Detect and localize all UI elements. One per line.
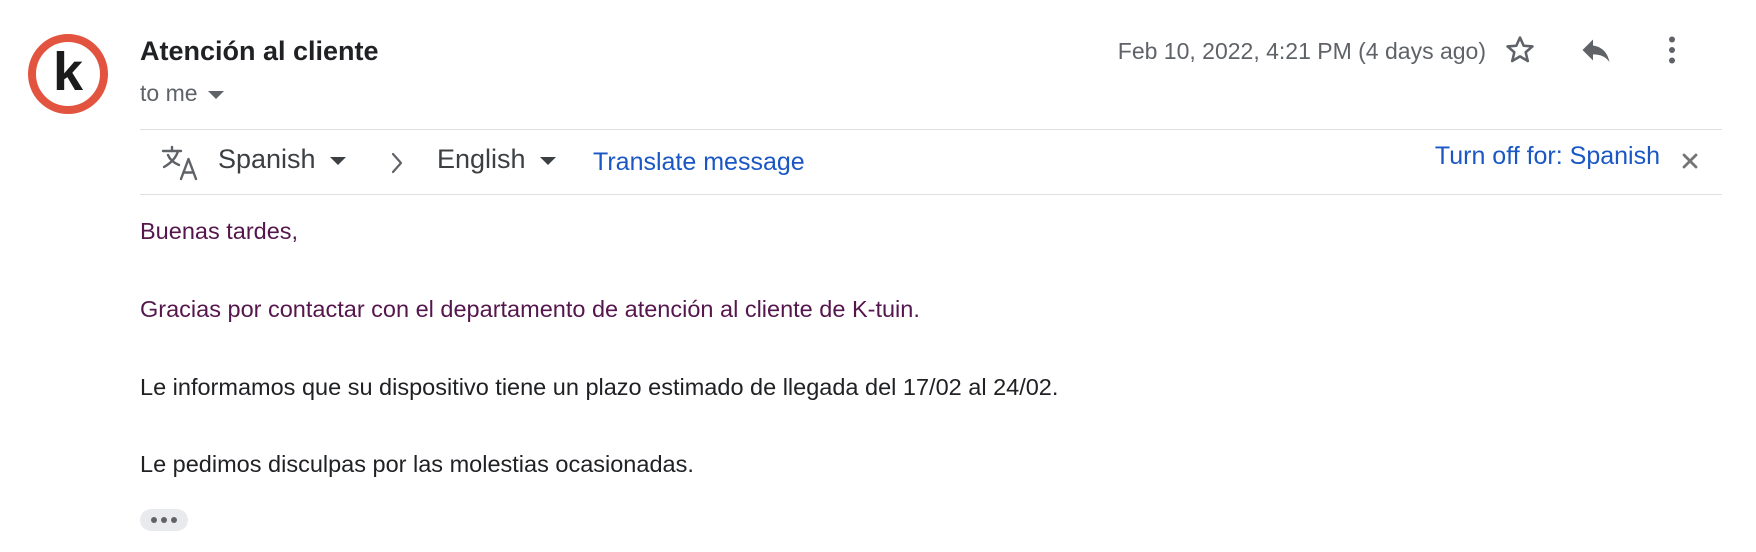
star-button[interactable] (1500, 30, 1540, 70)
avatar-letter: k (52, 42, 84, 102)
translate-message-link[interactable]: Translate message (593, 148, 805, 177)
message-date: Feb 10, 2022, 4:21 PM (4 days ago) (1117, 38, 1486, 64)
reply-icon (1582, 39, 1610, 62)
more-vert-icon (1669, 36, 1675, 64)
ellipsis-dot (171, 517, 177, 523)
show-trimmed-content-button[interactable] (140, 509, 188, 531)
source-language-select[interactable]: Spanish (218, 144, 346, 175)
ellipsis-dot (151, 517, 157, 523)
close-icon[interactable] (1682, 153, 1698, 169)
email-message: k Atención al cliente to me Feb 10, 2022… (0, 0, 1756, 552)
translate-bar: Spanish English Translate message Turn o… (140, 129, 1722, 195)
chevron-right-icon (391, 152, 403, 174)
caret-down-icon (539, 156, 556, 165)
body-paragraph: Le informamos que su dispositivo tiene u… (140, 374, 1059, 400)
star-icon (1506, 36, 1534, 63)
body-paragraph: Le pedimos disculpas por las molestias o… (140, 451, 694, 477)
sender-name[interactable]: Atención al cliente (140, 36, 379, 67)
translate-icon (161, 145, 198, 181)
body-paragraph: Gracias por contactar con el departament… (140, 296, 920, 322)
body-greeting: Buenas tardes, (140, 218, 299, 244)
ellipsis-dot (161, 517, 167, 523)
sender-avatar[interactable]: k (28, 34, 108, 114)
reply-button[interactable] (1576, 30, 1616, 70)
recipient-label: to me (140, 80, 198, 106)
turn-off-translation-link[interactable]: Turn off for: Spanish (1435, 142, 1660, 171)
target-language-select[interactable]: English (437, 144, 556, 175)
caret-down-icon (207, 90, 224, 99)
recipient-details-toggle[interactable]: to me (140, 80, 224, 107)
more-options-button[interactable] (1652, 30, 1692, 70)
target-language-label: English (437, 144, 526, 174)
source-language-label: Spanish (218, 144, 316, 174)
caret-down-icon (329, 156, 346, 165)
